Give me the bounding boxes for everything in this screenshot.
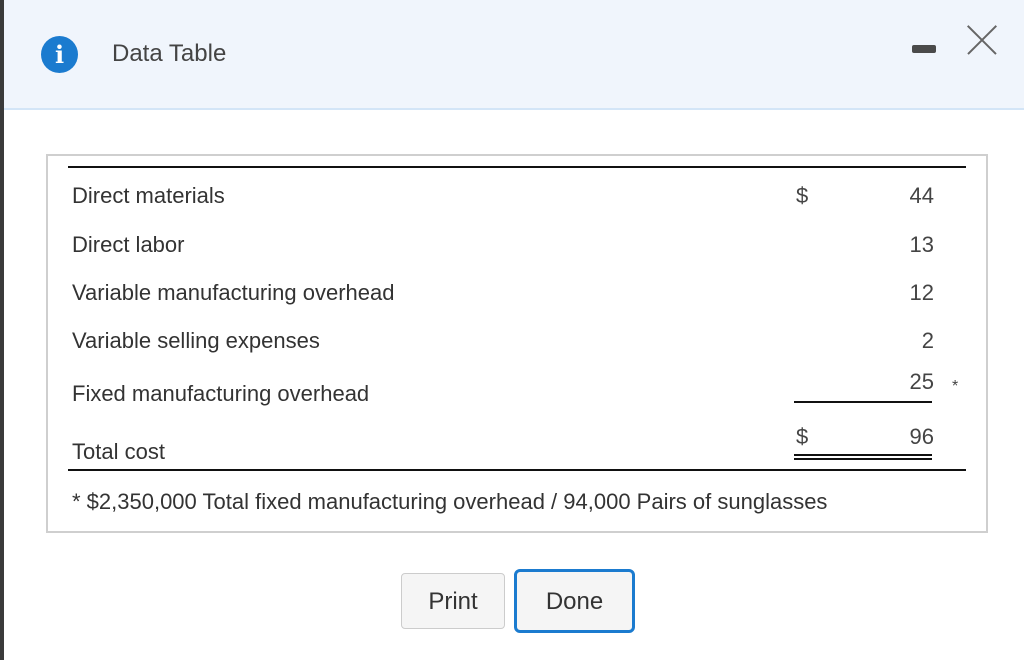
table-top-rule [68, 166, 966, 168]
info-icon: i [41, 36, 78, 73]
close-button[interactable] [964, 22, 1000, 58]
row-value: 13 [909, 232, 934, 257]
footnote-marker: * [952, 378, 959, 395]
minimize-icon [912, 45, 936, 53]
currency-symbol: $ [796, 183, 809, 208]
row-label: Fixed manufacturing overhead [72, 381, 370, 406]
row-value: 25 [909, 369, 934, 394]
footnote: * $2,350,000 Total fixed manufacturing o… [72, 489, 828, 514]
row-value: 44 [909, 183, 934, 208]
row-label: Variable manufacturing overhead [72, 280, 395, 305]
row-value: 2 [921, 328, 934, 353]
row-label: Direct labor [72, 232, 185, 257]
double-underline-bottom [794, 458, 932, 460]
double-underline-top [794, 454, 932, 456]
print-button[interactable]: Print [401, 573, 505, 629]
total-label: Total cost [72, 439, 165, 464]
row-label: Direct materials [72, 183, 225, 208]
dialog-header: i Data Table [4, 0, 1024, 110]
table-bottom-rule [68, 469, 966, 471]
total-value: 96 [909, 424, 934, 449]
dialog-title: Data Table [112, 40, 227, 67]
done-button[interactable]: Done [514, 569, 635, 633]
data-table-panel: Direct materials $ 44 Direct labor 13 Va… [46, 154, 988, 533]
row-label: Variable selling expenses [72, 328, 320, 353]
subtotal-rule [794, 401, 932, 403]
minimize-button[interactable] [910, 40, 940, 60]
row-value: 12 [909, 280, 934, 305]
currency-symbol: $ [796, 424, 809, 449]
